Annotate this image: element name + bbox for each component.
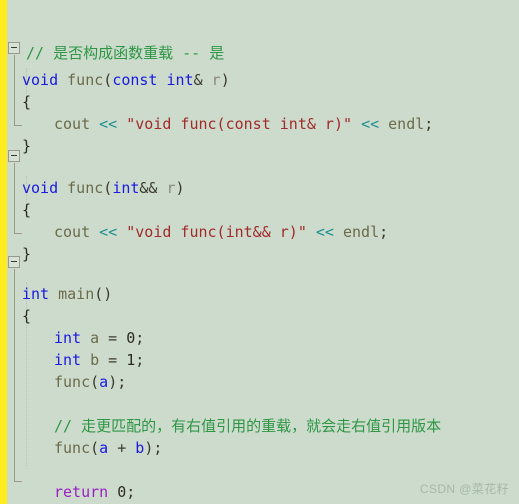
- string-literal: "void func(int&& r)": [126, 223, 307, 241]
- number-literal: 1: [126, 351, 136, 369]
- call-func-a-plus-b: func(a + b);: [54, 435, 162, 462]
- identifier-func: func: [67, 71, 104, 89]
- code-line-5: }: [0, 106, 54, 155]
- semicolon: ;: [117, 373, 127, 391]
- variable-b: b: [90, 351, 100, 369]
- variable-a: a: [99, 373, 109, 391]
- paren-open: (: [103, 71, 113, 89]
- variable-a: a: [99, 439, 109, 457]
- code-line-16: func(a);: [0, 342, 126, 391]
- semicolon: ;: [424, 115, 434, 133]
- stream-operator: <<: [315, 223, 334, 241]
- semicolon: ;: [135, 351, 145, 369]
- semicolon: ;: [135, 329, 145, 347]
- identifier-endl: endl: [388, 115, 425, 133]
- semicolon: ;: [153, 439, 163, 457]
- param-r: r: [211, 71, 221, 89]
- paren-close: ): [144, 439, 154, 457]
- paren-close: ): [175, 179, 185, 197]
- paren-close: ): [108, 373, 118, 391]
- paren-open: (: [103, 179, 113, 197]
- identifier-func: func: [67, 179, 104, 197]
- call-func-a: func(a);: [54, 369, 126, 396]
- code-line-1: // 是否构成函数重载 -- 是: [0, 13, 224, 62]
- paren-close: ): [220, 71, 230, 89]
- csdn-watermark: CSDN @菜花籽: [419, 482, 509, 496]
- stream-operator: <<: [361, 115, 380, 133]
- paren-open: (: [90, 373, 100, 391]
- paren-open: (: [90, 439, 100, 457]
- identifier-func: func: [54, 439, 91, 457]
- statement-cout-const-ref: cout << "void func(const int& r)" << end…: [54, 111, 433, 138]
- keyword-int: int: [54, 329, 82, 347]
- code-surface[interactable]: // 是否构成函数重载 -- 是 void func(const int& r)…: [0, 0, 519, 504]
- identifier-cout: cout: [54, 115, 91, 133]
- identifier-cout: cout: [54, 223, 91, 241]
- keyword-return: return: [54, 483, 109, 501]
- string-literal: "void func(const int& r)": [126, 115, 353, 133]
- semicolon: ;: [379, 223, 389, 241]
- number-literal: 0: [126, 329, 136, 347]
- code-line-22: }: [0, 474, 54, 501]
- keyword-const: const: [112, 71, 158, 89]
- ampersand: &: [193, 71, 203, 89]
- semicolon: ;: [126, 483, 136, 501]
- code-line-19: func(a + b);: [0, 408, 162, 457]
- keyword-int: int: [166, 71, 194, 89]
- param-r: r: [166, 179, 176, 197]
- statement-return: return 0;: [54, 479, 135, 504]
- variable-b: b: [135, 439, 145, 457]
- keyword-int: int: [54, 351, 82, 369]
- keyword-int: int: [112, 179, 140, 197]
- variable-a: a: [90, 329, 100, 347]
- parens-empty: (): [94, 285, 113, 303]
- identifier-func: func: [54, 373, 91, 391]
- code-editor[interactable]: // 是否构成函数重载 -- 是 void func(const int& r)…: [0, 0, 519, 504]
- stream-operator: <<: [99, 223, 118, 241]
- number-literal: 0: [117, 483, 127, 501]
- stream-operator: <<: [99, 115, 118, 133]
- comment-overload-question: // 是否构成函数重载 -- 是: [26, 44, 225, 62]
- statement-cout-rvalue-ref: cout << "void func(int&& r)" << endl;: [54, 219, 388, 246]
- double-ampersand: &&: [139, 179, 158, 197]
- identifier-main: main: [58, 285, 95, 303]
- assign-operator: =: [99, 351, 127, 369]
- identifier-endl: endl: [343, 223, 380, 241]
- plus-operator: +: [108, 439, 136, 457]
- code-line-10: }: [0, 214, 54, 263]
- assign-operator: =: [99, 329, 127, 347]
